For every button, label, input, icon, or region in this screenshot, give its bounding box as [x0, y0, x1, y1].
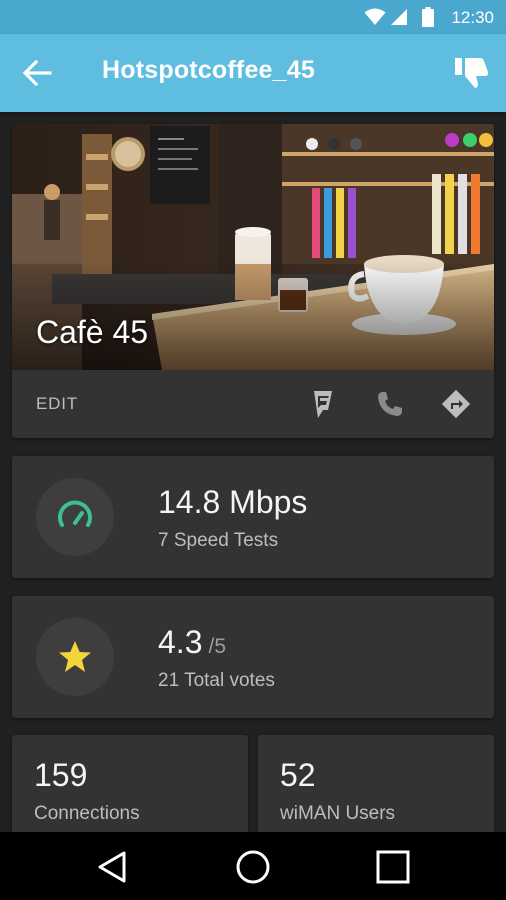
page-title: Hotspotcoffee_45 — [102, 56, 315, 84]
phone-icon[interactable] — [374, 388, 406, 420]
speed-value: 14.8 Mbps — [158, 484, 308, 520]
connections-value: 159 — [34, 757, 88, 793]
place-card: Cafè 45 EDIT — [12, 124, 494, 438]
wiman-users-card: 52 wiMAN Users — [258, 735, 494, 845]
app-bar: Hotspotcoffee_45 — [0, 34, 506, 112]
speed-icon-circle — [36, 478, 114, 556]
status-bar: 12:30 — [0, 0, 506, 34]
battery-icon — [422, 7, 434, 27]
back-triangle-icon[interactable] — [96, 850, 128, 884]
place-name: Cafè 45 — [36, 314, 149, 350]
arrow-left-icon[interactable] — [22, 60, 52, 86]
wiman-users-label: wiMAN Users — [280, 803, 396, 824]
rating-value-line: 4.3/5 — [158, 624, 226, 661]
connections-label: Connections — [34, 803, 140, 824]
place-photo: Cafè 45 — [12, 124, 494, 370]
speed-tests-count: 7 Speed Tests — [158, 530, 279, 551]
recents-square-icon[interactable] — [376, 850, 410, 884]
directions-icon[interactable] — [440, 388, 472, 420]
connections-card: 159 Connections — [12, 735, 248, 845]
wiman-users-value: 52 — [280, 757, 316, 793]
thumbs-down-icon[interactable] — [454, 56, 490, 90]
rating-icon-circle — [36, 618, 114, 696]
status-time: 12:30 — [451, 8, 494, 27]
cell-signal-icon — [391, 9, 407, 25]
edit-button[interactable]: EDIT — [36, 394, 78, 414]
foursquare-icon[interactable] — [306, 388, 338, 420]
rating-scale: /5 — [208, 635, 226, 658]
home-circle-icon[interactable] — [236, 850, 270, 884]
speed-card: 14.8 Mbps 7 Speed Tests — [12, 456, 494, 578]
speedometer-icon — [58, 500, 92, 527]
star-icon — [59, 641, 91, 672]
wifi-icon — [364, 8, 386, 25]
rating-card: 4.3/5 21 Total votes — [12, 596, 494, 718]
rating-value: 4.3 — [158, 624, 203, 660]
system-nav-bar — [0, 832, 506, 900]
total-votes: 21 Total votes — [158, 670, 275, 691]
place-actions: EDIT — [12, 370, 494, 438]
